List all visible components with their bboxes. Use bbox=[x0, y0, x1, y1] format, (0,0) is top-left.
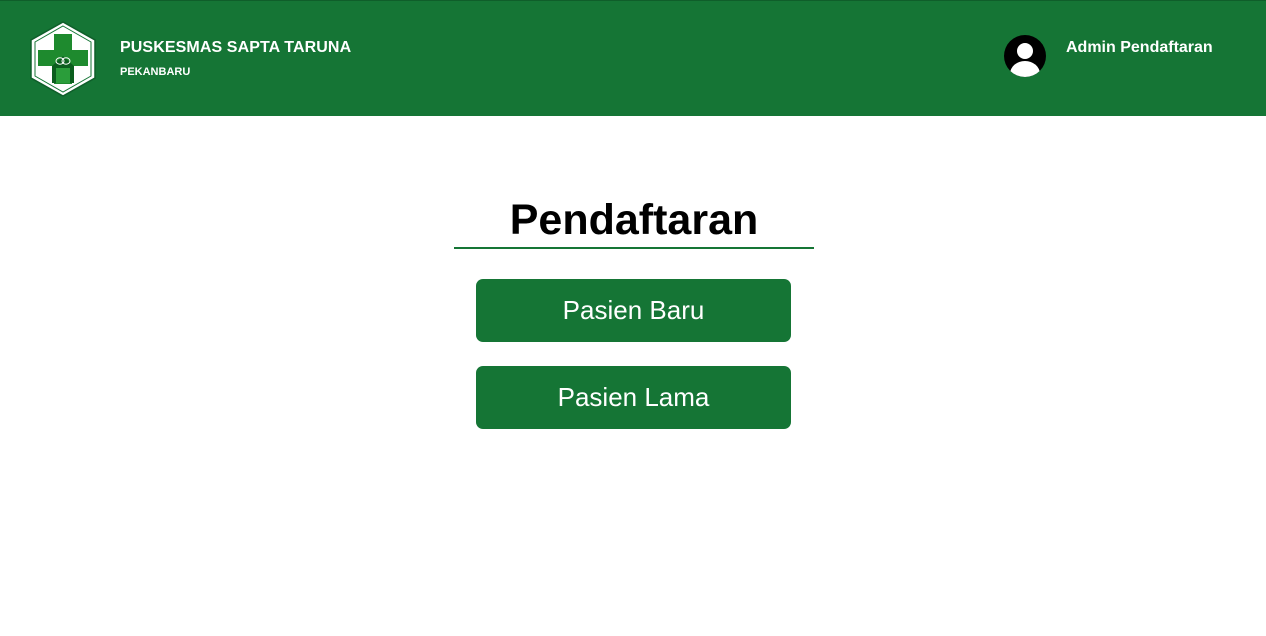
top-header: PUSKESMAS SAPTA TARUNA PEKANBARU Admin P… bbox=[0, 0, 1266, 116]
brand-subtitle: PEKANBARU bbox=[120, 66, 191, 78]
brand-title: PUSKESMAS SAPTA TARUNA bbox=[120, 39, 352, 56]
user-avatar-icon[interactable] bbox=[1003, 34, 1047, 78]
puskesmas-logo-icon bbox=[29, 21, 97, 97]
title-underline bbox=[454, 247, 814, 249]
user-name[interactable]: Admin Pendaftaran bbox=[1066, 39, 1213, 57]
page-title: Pendaftaran bbox=[509, 196, 759, 244]
new-patient-button[interactable]: Pasien Baru bbox=[476, 279, 791, 342]
returning-patient-button[interactable]: Pasien Lama bbox=[476, 366, 791, 429]
